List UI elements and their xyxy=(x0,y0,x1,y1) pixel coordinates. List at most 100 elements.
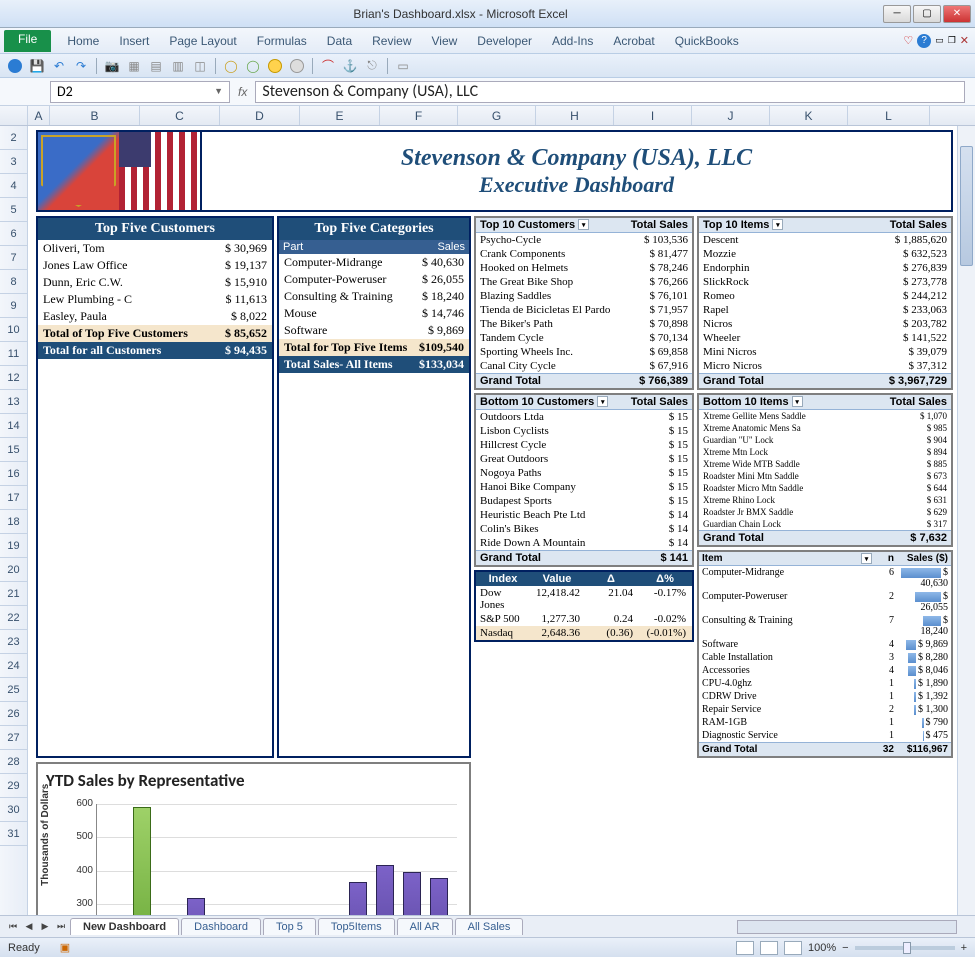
close-button[interactable]: ✕ xyxy=(943,5,971,23)
undo-icon[interactable]: ↶ xyxy=(50,57,68,75)
col-F[interactable]: F xyxy=(380,106,458,125)
row-27[interactable]: 27 xyxy=(0,726,27,750)
row-5[interactable]: 5 xyxy=(0,198,27,222)
worksheet-area[interactable]: Stevenson & Company (USA), LLC Executive… xyxy=(28,126,957,915)
table-icon[interactable]: ▤ xyxy=(147,57,165,75)
row-13[interactable]: 13 xyxy=(0,390,27,414)
row-18[interactable]: 18 xyxy=(0,510,27,534)
col-H[interactable]: H xyxy=(536,106,614,125)
filter-icon[interactable]: ▾ xyxy=(597,396,608,407)
col-L[interactable]: L xyxy=(848,106,930,125)
anchor-icon[interactable]: ⚓ xyxy=(341,57,359,75)
tree-icon[interactable]: ⎋ xyxy=(363,57,381,75)
name-box[interactable]: D2▼ xyxy=(50,81,230,103)
filter-icon[interactable]: ▾ xyxy=(578,219,589,230)
filter-icon[interactable]: ▾ xyxy=(861,553,872,564)
sheet-tab[interactable]: Top 5 xyxy=(263,918,316,935)
row-6[interactable]: 6 xyxy=(0,222,27,246)
restore-workbook-icon[interactable]: ❐ xyxy=(948,35,956,46)
col-B[interactable]: B xyxy=(50,106,140,125)
ribbon-tab-review[interactable]: Review xyxy=(362,31,421,51)
sheet-tab[interactable]: All AR xyxy=(397,918,453,935)
chart-icon[interactable]: ◫ xyxy=(191,57,209,75)
col-E[interactable]: E xyxy=(300,106,380,125)
vertical-scrollbar[interactable] xyxy=(957,126,975,915)
zoom-out-button[interactable]: − xyxy=(842,942,848,954)
row-16[interactable]: 16 xyxy=(0,462,27,486)
row-23[interactable]: 23 xyxy=(0,630,27,654)
maximize-button[interactable]: ▢ xyxy=(913,5,941,23)
row-26[interactable]: 26 xyxy=(0,702,27,726)
row-15[interactable]: 15 xyxy=(0,438,27,462)
row-10[interactable]: 10 xyxy=(0,318,27,342)
row-25[interactable]: 25 xyxy=(0,678,27,702)
save-icon[interactable]: 💾 xyxy=(28,57,46,75)
col-C[interactable]: C xyxy=(140,106,220,125)
zoom-in-button[interactable]: + xyxy=(961,942,967,954)
row-11[interactable]: 11 xyxy=(0,342,27,366)
ribbon-tab-formulas[interactable]: Formulas xyxy=(247,31,317,51)
row-30[interactable]: 30 xyxy=(0,798,27,822)
ribbon-tab-data[interactable]: Data xyxy=(317,31,362,51)
row-4[interactable]: 4 xyxy=(0,174,27,198)
macro-record-icon[interactable]: ▣ xyxy=(60,941,70,954)
row-20[interactable]: 20 xyxy=(0,558,27,582)
fx-label[interactable]: fx xyxy=(238,85,247,99)
ribbon-tab-quickbooks[interactable]: QuickBooks xyxy=(665,31,749,51)
row-14[interactable]: 14 xyxy=(0,414,27,438)
tab-nav-last[interactable]: ⏭ xyxy=(54,920,68,934)
ribbon-tab-pagelayout[interactable]: Page Layout xyxy=(159,31,246,51)
grid-icon[interactable]: ▥ xyxy=(169,57,187,75)
help-icon[interactable]: ? xyxy=(917,34,931,48)
sheet-tab[interactable]: Dashboard xyxy=(181,918,261,935)
namebox-dropdown-icon[interactable]: ▼ xyxy=(214,86,223,97)
file-tab[interactable]: File xyxy=(4,30,51,52)
frown-icon[interactable] xyxy=(288,57,306,75)
row-8[interactable]: 8 xyxy=(0,270,27,294)
select-all-corner[interactable] xyxy=(0,106,28,125)
redo-icon[interactable]: ↷ xyxy=(72,57,90,75)
sheet-tab[interactable]: Top5Items xyxy=(318,918,395,935)
row-9[interactable]: 9 xyxy=(0,294,27,318)
row-17[interactable]: 17 xyxy=(0,486,27,510)
ribbon-tab-view[interactable]: View xyxy=(422,31,468,51)
tab-nav-first[interactable]: ⏮ xyxy=(6,920,20,934)
row-7[interactable]: 7 xyxy=(0,246,27,270)
col-A[interactable]: A xyxy=(28,106,50,125)
col-J[interactable]: J xyxy=(692,106,770,125)
row-21[interactable]: 21 xyxy=(0,582,27,606)
row-24[interactable]: 24 xyxy=(0,654,27,678)
ribbon-tab-addins[interactable]: Add-Ins xyxy=(542,31,603,51)
filter-icon[interactable]: ▾ xyxy=(772,219,783,230)
sheet-icon[interactable]: ▦ xyxy=(125,57,143,75)
col-D[interactable]: D xyxy=(220,106,300,125)
row-3[interactable]: 3 xyxy=(0,150,27,174)
row-2[interactable]: 2 xyxy=(0,126,27,150)
col-G[interactable]: G xyxy=(458,106,536,125)
magnet-icon[interactable]: ⌒ xyxy=(319,57,337,75)
close-workbook-icon[interactable]: ✕ xyxy=(960,34,969,47)
row-12[interactable]: 12 xyxy=(0,366,27,390)
tab-nav-next[interactable]: ▶ xyxy=(38,920,52,934)
scroll-thumb[interactable] xyxy=(960,146,973,266)
ribbon-tab-insert[interactable]: Insert xyxy=(109,31,159,51)
formula-input[interactable]: Stevenson & Company (USA), LLC xyxy=(255,81,965,103)
circle2-icon[interactable]: ◯ xyxy=(244,57,262,75)
sheet-tab[interactable]: All Sales xyxy=(455,918,524,935)
view-normal-button[interactable] xyxy=(736,941,754,955)
row-22[interactable]: 22 xyxy=(0,606,27,630)
camera-icon[interactable]: 📷 xyxy=(103,57,121,75)
new-icon[interactable] xyxy=(6,57,24,75)
smiley-icon[interactable] xyxy=(266,57,284,75)
ribbon-tab-developer[interactable]: Developer xyxy=(467,31,542,51)
col-I[interactable]: I xyxy=(614,106,692,125)
filter-icon[interactable]: ▾ xyxy=(792,396,803,407)
row-31[interactable]: 31 xyxy=(0,822,27,846)
sheet-tab[interactable]: New Dashboard xyxy=(70,918,179,935)
view-pagebreak-button[interactable] xyxy=(784,941,802,955)
minimize-button[interactable]: ─ xyxy=(883,5,911,23)
ribbon-tab-home[interactable]: Home xyxy=(57,31,109,51)
horizontal-scrollbar[interactable] xyxy=(737,920,957,934)
row-29[interactable]: 29 xyxy=(0,774,27,798)
circle1-icon[interactable]: ◯ xyxy=(222,57,240,75)
